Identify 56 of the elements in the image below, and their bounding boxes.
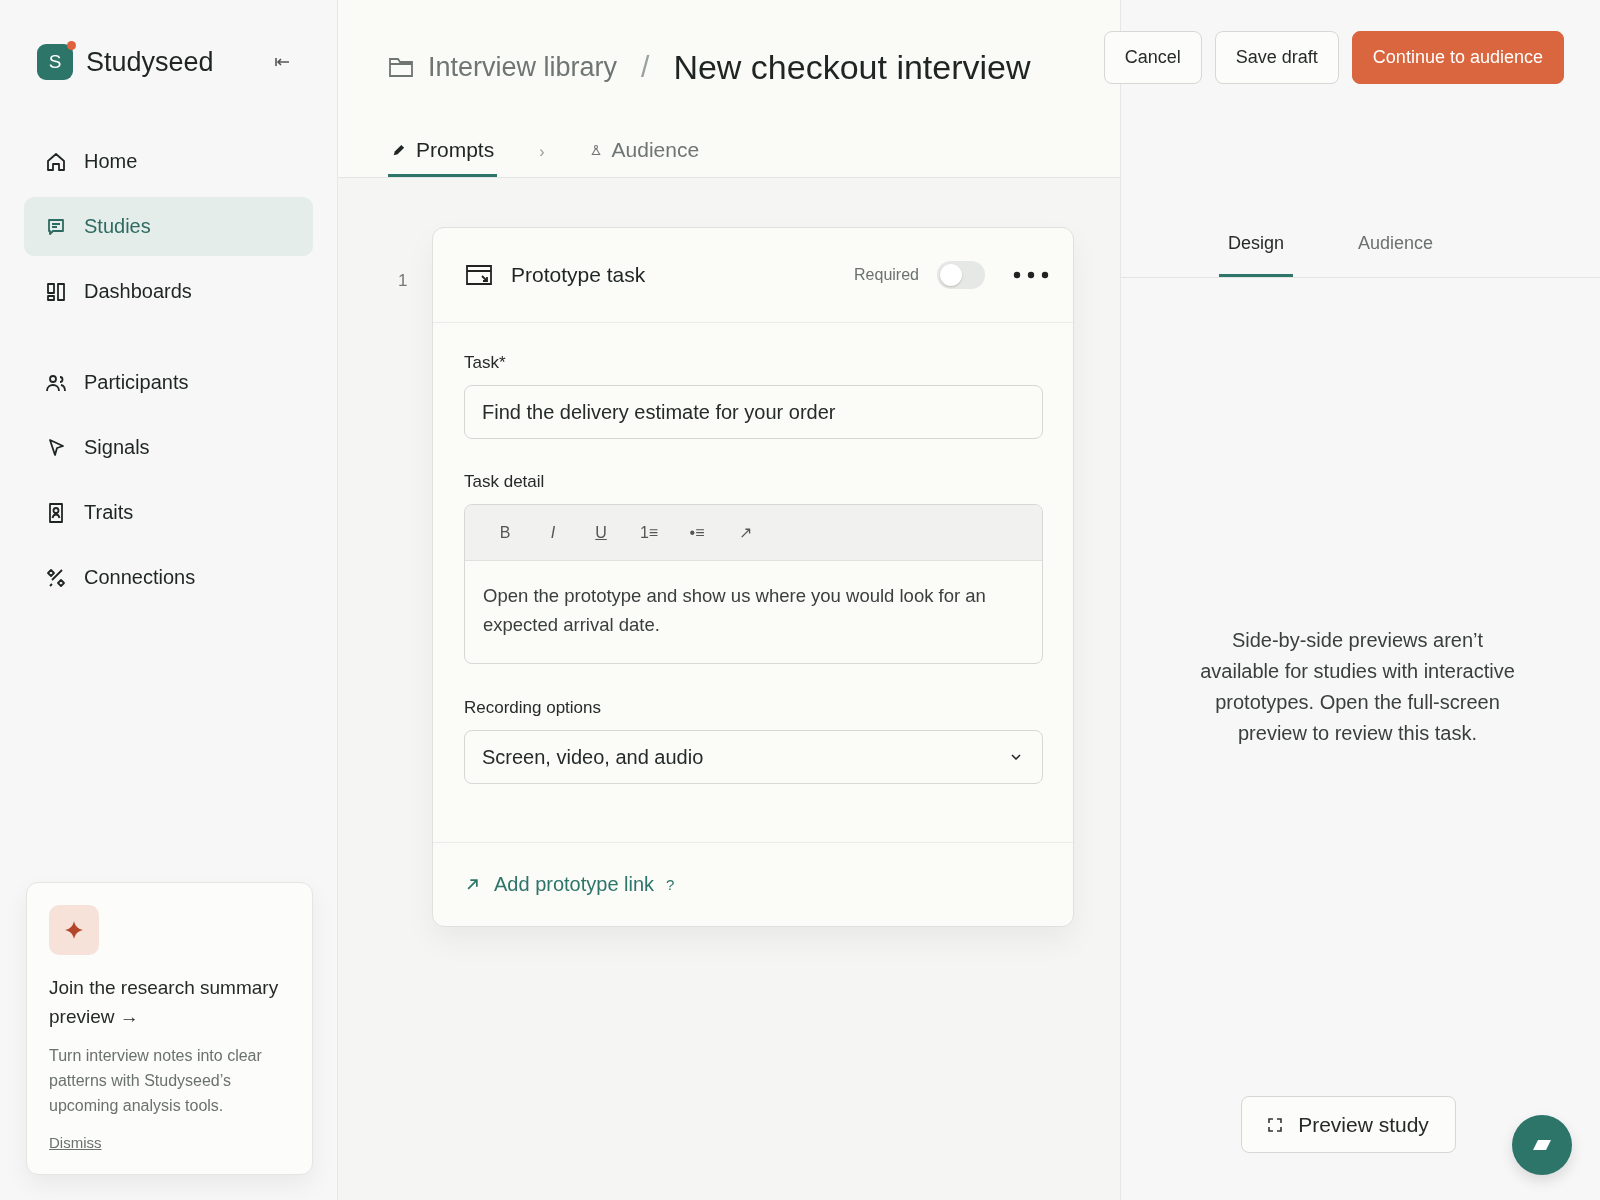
sidebar-item[interactable]: Participants bbox=[24, 353, 313, 412]
promo-text: Turn interview notes into clear patterns with Studyseed’s upcoming analysis tools. bbox=[49, 1046, 263, 1116]
required-toggle[interactable] bbox=[937, 261, 985, 289]
sidebar-item[interactable]: Home bbox=[24, 132, 313, 191]
pencil-icon bbox=[391, 142, 406, 158]
chat-icon bbox=[1532, 1139, 1552, 1151]
sparkle-icon bbox=[49, 905, 99, 955]
brand-logo: S bbox=[37, 44, 73, 80]
recording-select[interactable]: Screen, video, and audio bbox=[464, 730, 1043, 784]
action-button[interactable]: Continue to audience bbox=[1351, 31, 1564, 84]
step-tab[interactable]: Audience bbox=[586, 126, 703, 177]
window-icon bbox=[465, 264, 493, 286]
collapse-sidebar-icon[interactable] bbox=[275, 56, 291, 68]
sidebar-item[interactable]: Connections bbox=[24, 548, 313, 607]
preview-tab[interactable]: Audience bbox=[1349, 213, 1443, 277]
action-button[interactable]: Cancel bbox=[1103, 31, 1202, 84]
sidebar-item[interactable]: Traits bbox=[24, 483, 313, 542]
sidebar-item[interactable]: Studies bbox=[24, 197, 313, 256]
preview-study-button[interactable]: Preview study bbox=[1241, 1096, 1456, 1153]
expand-icon bbox=[1268, 1117, 1283, 1132]
page-title: New checkout interview bbox=[673, 47, 1031, 87]
format-button[interactable]: B bbox=[488, 523, 522, 542]
field-label: Task* bbox=[464, 353, 507, 373]
sidebar-item[interactable]: Signals bbox=[24, 418, 313, 477]
task-detail-text[interactable]: Open the prototype and show us where you would look for an expected arrival date. bbox=[465, 561, 1042, 663]
format-button[interactable]: ↗ bbox=[728, 523, 762, 542]
chat-button[interactable] bbox=[1512, 1115, 1572, 1175]
dismiss-link[interactable]: Dismiss bbox=[49, 1134, 102, 1151]
arrow-icon bbox=[466, 878, 479, 891]
step-tab[interactable]: Prompts bbox=[388, 126, 498, 177]
format-button[interactable]: •≡ bbox=[680, 523, 714, 542]
step-separator: › bbox=[539, 142, 545, 161]
prompt-number: 1 bbox=[398, 271, 409, 291]
action-button[interactable]: Save draft bbox=[1214, 31, 1339, 84]
breadcrumb-separator: / bbox=[641, 50, 650, 84]
format-button[interactable]: 1≡ bbox=[632, 523, 666, 542]
preview-tab[interactable]: Design bbox=[1218, 213, 1293, 277]
prompt-title: Prototype task bbox=[511, 263, 647, 287]
folder-icon bbox=[388, 56, 414, 78]
breadcrumb-link[interactable]: Interview library bbox=[428, 51, 618, 83]
promo-title[interactable]: Join the research summary preview → bbox=[49, 973, 290, 1031]
rich-text-editor[interactable]: B I U 1≡ •≡ ↗ Open the prototype and show us where you would look for an expected arrival date. bbox=[464, 504, 1043, 664]
chevron-down-icon bbox=[1011, 754, 1021, 760]
format-button[interactable]: I bbox=[536, 523, 570, 542]
field-label: Task detail bbox=[464, 472, 546, 492]
task-input[interactable]: Find the delivery estimate for your order bbox=[464, 385, 1043, 439]
brand-name: Studyseed bbox=[86, 46, 215, 78]
more-icon[interactable] bbox=[1013, 271, 1049, 279]
required-label: Required bbox=[854, 266, 919, 284]
preview-message: Side-by-side previews aren’t available for studies with interactive prototypes. Open the full-screen preview to review this task. bbox=[1199, 628, 1516, 746]
help-icon[interactable]: ? bbox=[666, 876, 675, 893]
person-icon bbox=[589, 144, 602, 156]
format-button[interactable]: U bbox=[584, 523, 618, 542]
add-prototype-link[interactable]: Add prototype link bbox=[494, 873, 655, 896]
field-label: Recording options bbox=[464, 698, 603, 718]
sidebar-item[interactable]: Dashboards bbox=[24, 262, 313, 321]
